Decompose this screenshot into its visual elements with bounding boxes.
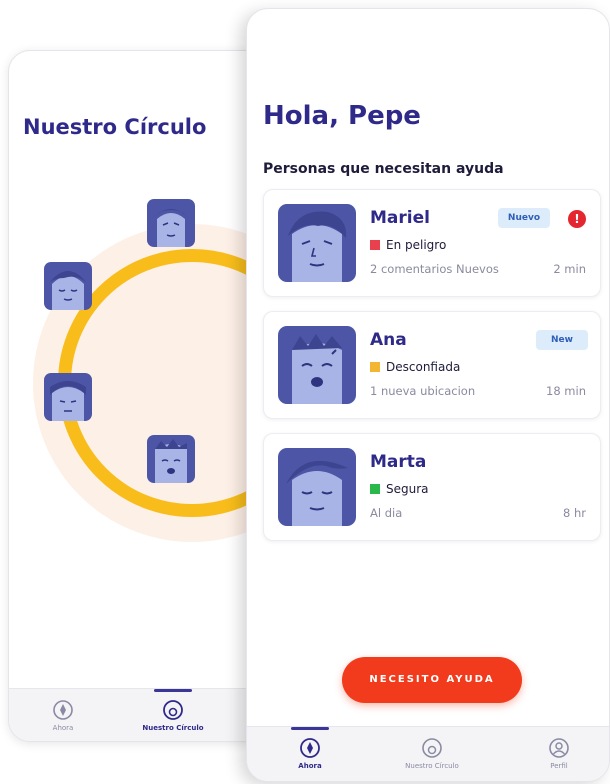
new-badge: New [536,330,588,350]
circle-member-avatar[interactable] [147,199,195,247]
page-title: Nuestro Círculo [23,115,207,139]
nav-label: Nuestro Círculo [142,724,204,732]
nav-label: Ahora [298,762,322,770]
status-label: En peligro [370,238,446,252]
user-icon [549,738,569,758]
bottom-navigation: Ahora Nuestro Círculo Perfil [247,726,609,781]
greeting-title: Hola, Pepe [263,101,421,131]
status-text: Segura [386,482,429,496]
person-card-ana[interactable]: Ana New Desconfiada 1 nueva ubicacion 18… [263,311,601,419]
timestamp: 8 hr [563,506,586,520]
status-label: Segura [370,482,429,496]
status-text: Desconfiada [386,360,461,374]
status-dot [370,240,380,250]
status-text: En peligro [386,238,447,252]
nav-label: Perfil [550,762,568,770]
compass-icon [300,738,320,758]
status-dot [370,484,380,494]
circle-icon [422,738,442,758]
avatar [278,448,356,526]
person-name: Ana [370,330,407,350]
help-request-button[interactable]: NECESITO AYUDA [342,657,522,703]
circle-member-avatar[interactable] [147,435,195,483]
status-label: Desconfiada [370,360,460,374]
circle-member-avatar[interactable] [44,262,92,310]
person-name: Mariel [370,208,430,228]
avatar [278,204,356,282]
active-tab-indicator [154,689,192,692]
compass-icon [53,700,73,720]
person-card-marta[interactable]: Marta Segura Al dia 8 hr [263,433,601,541]
avatar [278,326,356,404]
person-detail: Al dia [370,506,403,520]
nav-tab-perfil[interactable]: Perfil [529,727,589,770]
timestamp: 2 min [553,262,586,276]
circle-member-avatar[interactable] [44,373,92,421]
nav-tab-nuestro-circulo[interactable]: Nuestro Círculo [133,689,213,732]
person-name: Marta [370,452,427,472]
person-detail: 1 nueva ubicacion [370,384,476,398]
active-tab-indicator [291,727,329,730]
timestamp: 18 min [546,384,586,398]
person-detail: 2 comentarios Nuevos [370,262,499,276]
nav-label: Ahora [52,724,74,732]
person-card-mariel[interactable]: Mariel Nuevo ! En peligro 2 comentarios … [263,189,601,297]
nav-tab-ahora[interactable]: Ahora [277,727,343,770]
new-badge: Nuevo [497,208,550,228]
circle-icon [163,700,183,720]
nav-tab-nuestro-circulo[interactable]: Nuestro Círculo [387,727,477,770]
nav-tab-ahora[interactable]: Ahora [33,689,93,732]
status-dot [370,362,380,372]
front-phone-screen: Hola, Pepe Personas que necesitan ayuda … [246,8,610,782]
section-title: Personas que necesitan ayuda [263,161,504,177]
nav-label: Nuestro Círculo [405,762,459,770]
alert-icon: ! [568,210,586,228]
